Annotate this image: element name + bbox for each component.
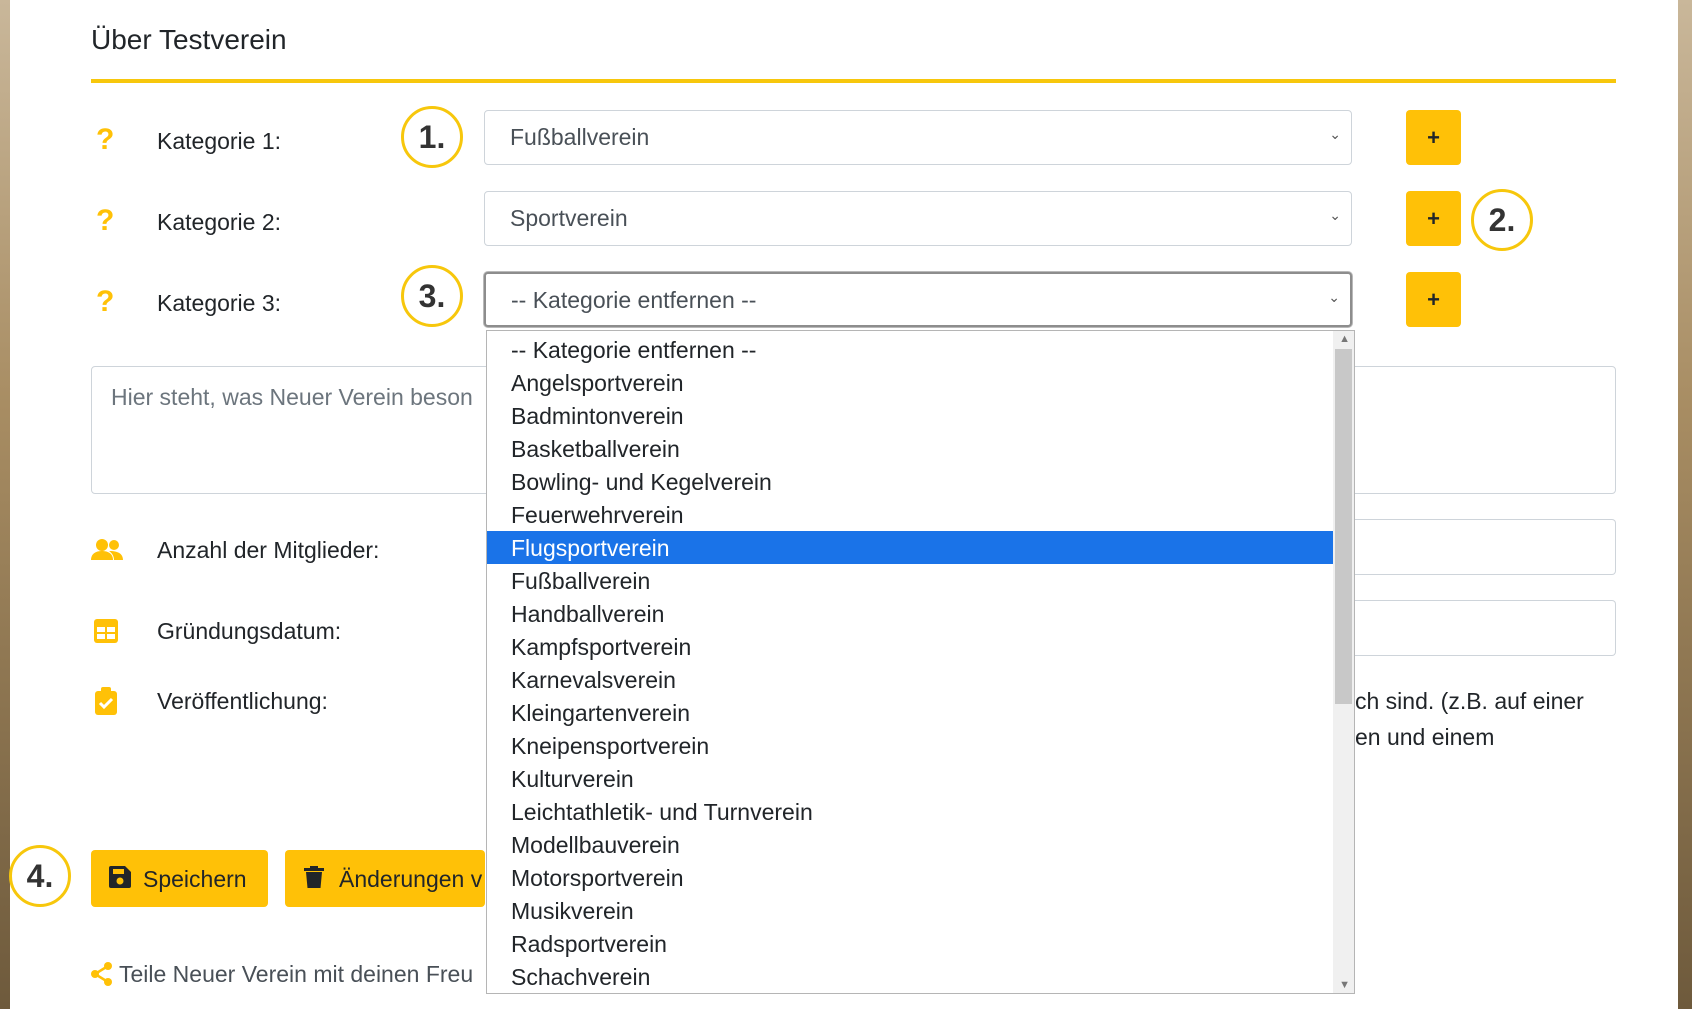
dropdown-option[interactable]: Bowling- und Kegelverein [487, 465, 1334, 498]
dropdown-option[interactable]: Musikverein [487, 894, 1334, 927]
add-category-button[interactable]: + [1406, 272, 1461, 327]
scrollbar-thumb[interactable] [1335, 349, 1352, 704]
category-1-label: Kategorie 1: [157, 128, 282, 154]
dropdown-option[interactable]: Schachverein [487, 960, 1334, 993]
dropdown-option[interactable]: Kampfsportverein [487, 630, 1334, 663]
category-2-label: Kategorie 2: [157, 209, 282, 235]
share-icon [91, 962, 112, 986]
category-1-select[interactable]: Fußballverein ⌄ [484, 110, 1352, 165]
dropdown-option-label: Feuerwehrverein [511, 502, 684, 528]
scroll-up-icon[interactable]: ▲ [1339, 333, 1350, 345]
title-divider [91, 79, 1616, 83]
dropdown-option[interactable]: Handballverein [487, 597, 1334, 630]
description-placeholder: Hier steht, was Neuer Verein beson [111, 384, 473, 410]
dropdown-option-label: Badmintonverein [511, 403, 684, 429]
members-input[interactable] [1350, 519, 1616, 575]
founding-date-input[interactable] [1350, 600, 1616, 656]
dropdown-option[interactable]: Modellbauverein [487, 828, 1334, 861]
dropdown-option-label: Angelsportverein [511, 370, 684, 396]
dropdown-option[interactable]: Feuerwehrverein [487, 498, 1334, 531]
dropdown-option-label: -- Kategorie entfernen -- [511, 337, 757, 363]
category-2-select[interactable]: Sportverein ⌄ [484, 191, 1352, 246]
step-marker-4: 4. [9, 845, 71, 907]
dropdown-option[interactable]: Badmintonverein [487, 399, 1334, 432]
dropdown-option[interactable]: Angelsportverein [487, 366, 1334, 399]
dropdown-option[interactable]: Kneipensportverein [487, 729, 1334, 762]
save-button[interactable]: Speichern [91, 850, 268, 907]
step-marker-1: 1. [401, 106, 463, 168]
dropdown-option-label: Handballverein [511, 601, 665, 627]
dropdown-option-label: Radsportverein [511, 931, 667, 957]
category-3-value: -- Kategorie entfernen -- [511, 287, 757, 313]
dropdown-option[interactable]: Kulturverein [487, 762, 1334, 795]
dropdown-option[interactable]: Radsportverein [487, 927, 1334, 960]
dropdown-option-label: Kleingartenverein [511, 700, 691, 726]
dropdown-option-label: Motorsportverein [511, 865, 684, 891]
share-text: Teile Neuer Verein mit deinen Freu [118, 961, 474, 987]
dropdown-option-label: Kulturverein [511, 766, 634, 792]
about-card: Über Testverein ? Kategorie 1: Fußballve… [10, 0, 1678, 1009]
add-category-button[interactable]: + [1406, 110, 1461, 165]
users-icon [91, 538, 123, 567]
help-icon[interactable]: ? [96, 206, 114, 236]
publication-text: ch sind. (z.B. auf einer [1355, 688, 1584, 714]
dropdown-option-label: Bowling- und Kegelverein [511, 469, 772, 495]
publication-label: Veröffentlichung: [157, 688, 328, 714]
chevron-down-icon: ⌄ [1329, 126, 1341, 142]
dropdown-scrollbar[interactable]: ▲ ▼ [1333, 331, 1354, 993]
dropdown-option[interactable]: Flugsportverein [487, 531, 1334, 564]
page-title: Über Testverein [91, 24, 287, 55]
discard-changes-button[interactable]: Änderungen v [285, 850, 485, 907]
dropdown-option-label: Schachverein [511, 964, 651, 990]
discard-label: Änderungen v [339, 866, 483, 892]
share-link[interactable]: Teile Neuer Verein mit deinen Freu [91, 961, 473, 988]
members-label: Anzahl der Mitglieder: [157, 537, 380, 563]
help-icon[interactable]: ? [96, 287, 114, 317]
calendar-icon [94, 619, 118, 648]
dropdown-option[interactable]: Motorsportverein [487, 861, 1334, 894]
dropdown-option-label: Kampfsportverein [511, 634, 692, 660]
dropdown-option-label: Modellbauverein [511, 832, 680, 858]
trash-icon [304, 866, 324, 888]
step-marker-3: 3. [401, 265, 463, 327]
help-icon[interactable]: ? [96, 125, 114, 155]
dropdown-option-label: Basketballverein [511, 436, 680, 462]
dropdown-option-label: Karnevalsverein [511, 667, 676, 693]
clipboard-check-icon [95, 687, 117, 720]
category-3-dropdown-list[interactable]: -- Kategorie entfernen -- Angelsportverei… [486, 330, 1355, 994]
dropdown-option[interactable]: Kleingartenverein [487, 696, 1334, 729]
dropdown-option-label: Leichtathletik- und Turnverein [511, 799, 813, 825]
chevron-down-icon: ⌄ [1328, 289, 1340, 305]
save-icon [109, 866, 131, 888]
dropdown-option-label: Musikverein [511, 898, 634, 924]
chevron-down-icon: ⌄ [1329, 207, 1341, 223]
dropdown-option[interactable]: Karnevalsverein [487, 663, 1334, 696]
scroll-down-icon[interactable]: ▼ [1339, 979, 1350, 991]
category-3-select[interactable]: -- Kategorie entfernen -- ⌄ [484, 272, 1352, 327]
founding-date-label: Gründungsdatum: [157, 618, 342, 644]
dropdown-option[interactable]: Basketballverein [487, 432, 1334, 465]
dropdown-option-label: Flugsportverein [511, 535, 670, 561]
add-category-button[interactable]: + [1406, 191, 1461, 246]
dropdown-option-label: Kneipensportverein [511, 733, 710, 759]
category-3-label: Kategorie 3: [157, 290, 282, 316]
category-1-value: Fußballverein [510, 124, 650, 150]
step-marker-2: 2. [1471, 189, 1533, 251]
category-2-value: Sportverein [510, 205, 628, 231]
dropdown-option[interactable]: Fußballverein [487, 564, 1334, 597]
dropdown-option[interactable]: Leichtathletik- und Turnverein [487, 795, 1334, 828]
dropdown-option[interactable]: -- Kategorie entfernen -- [487, 333, 1334, 366]
publication-text: en und einem [1355, 724, 1495, 750]
save-label: Speichern [143, 866, 247, 892]
dropdown-option-label: Fußballverein [511, 568, 651, 594]
